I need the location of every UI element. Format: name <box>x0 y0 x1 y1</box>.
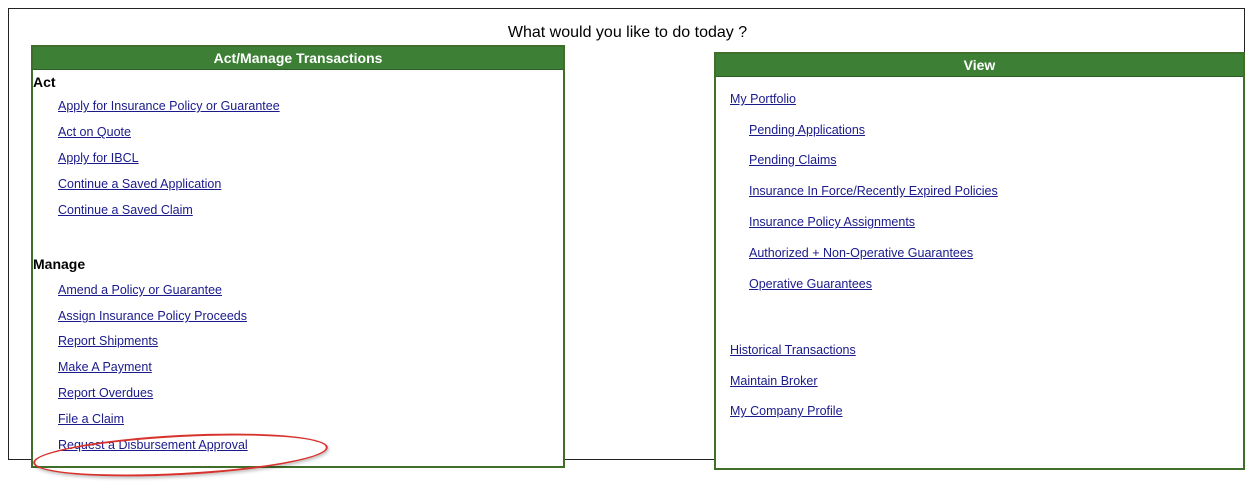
manage-section-title: Manage <box>33 256 86 272</box>
link-file-a-claim[interactable]: File a Claim <box>58 412 124 426</box>
link-insurance-in-force[interactable]: Insurance In Force/Recently Expired Poli… <box>749 184 998 198</box>
page-heading: What would you like to do today ? <box>507 24 748 41</box>
highlight-oval <box>32 427 329 483</box>
link-my-portfolio[interactable]: My Portfolio <box>730 92 796 106</box>
act-section-title: Act <box>33 74 56 90</box>
link-report-overdues[interactable]: Report Overdues <box>58 386 153 400</box>
link-pending-applications[interactable]: Pending Applications <box>749 123 865 137</box>
link-continue-saved-claim[interactable]: Continue a Saved Claim <box>58 203 193 217</box>
link-maintain-broker[interactable]: Maintain Broker <box>730 374 818 388</box>
link-authorized-non-operative-guarantees[interactable]: Authorized + Non-Operative Guarantees <box>749 246 973 260</box>
link-request-disbursement-approval[interactable]: Request a Disbursement Approval <box>58 438 248 452</box>
main-frame: What would you like to do today ? Act/Ma… <box>8 8 1245 483</box>
link-act-on-quote[interactable]: Act on Quote <box>58 125 131 139</box>
view-panel: View My Portfolio Pending Applications P… <box>714 52 1245 470</box>
link-assign-insurance-policy-proceeds[interactable]: Assign Insurance Policy Proceeds <box>58 309 247 323</box>
view-panel-header: View <box>716 54 1243 77</box>
link-my-company-profile[interactable]: My Company Profile <box>730 404 843 418</box>
link-make-a-payment[interactable]: Make A Payment <box>58 360 152 374</box>
link-continue-saved-application[interactable]: Continue a Saved Application <box>58 177 221 191</box>
link-historical-transactions[interactable]: Historical Transactions <box>730 343 856 357</box>
link-pending-claims[interactable]: Pending Claims <box>749 153 837 167</box>
link-amend-policy-or-guarantee[interactable]: Amend a Policy or Guarantee <box>58 283 222 297</box>
act-manage-panel-header: Act/Manage Transactions <box>33 47 563 70</box>
link-insurance-policy-assignments[interactable]: Insurance Policy Assignments <box>749 215 915 229</box>
link-operative-guarantees[interactable]: Operative Guarantees <box>749 277 872 291</box>
link-apply-insurance-policy-or-guarantee[interactable]: Apply for Insurance Policy or Guarantee <box>58 99 280 113</box>
link-apply-for-ibcl[interactable]: Apply for IBCL <box>58 151 139 165</box>
act-manage-panel: Act/Manage Transactions Act Apply for In… <box>31 45 565 483</box>
link-report-shipments[interactable]: Report Shipments <box>58 334 158 348</box>
